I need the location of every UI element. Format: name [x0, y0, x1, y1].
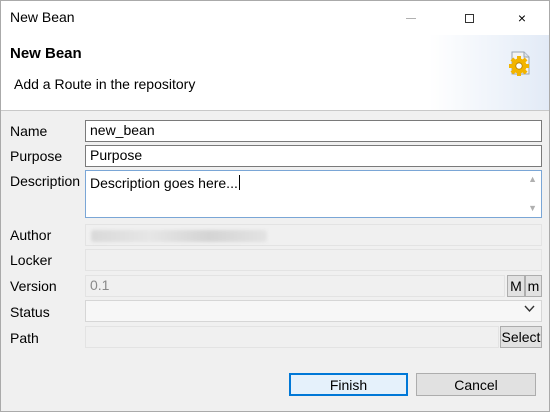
title-bar[interactable]: New Bean ×: [1, 1, 549, 35]
author-redacted: [91, 230, 267, 242]
scroll-down-icon[interactable]: ▼: [528, 203, 537, 213]
minor-version-button[interactable]: m: [525, 275, 542, 297]
status-label: Status: [10, 304, 50, 320]
close-icon: ×: [517, 10, 527, 26]
purpose-value: Purpose: [90, 147, 143, 163]
maximize-icon: [464, 13, 474, 23]
status-select[interactable]: [85, 300, 542, 322]
version-value: 0.1: [90, 277, 110, 293]
scroll-up-icon[interactable]: ▲: [528, 174, 537, 184]
author-label: Author: [10, 227, 52, 243]
header-banner: New Bean Add a Route in the repository: [1, 35, 549, 111]
description-textarea[interactable]: Description goes here... ▲ ▼: [85, 170, 542, 218]
minimize-icon: [406, 17, 416, 19]
finish-button[interactable]: Finish: [289, 373, 408, 396]
banner-title: New Bean: [10, 45, 82, 62]
name-label: Name: [10, 123, 48, 139]
major-version-button[interactable]: M: [507, 275, 525, 297]
locker-label: Locker: [10, 252, 53, 268]
maximize-button[interactable]: [446, 1, 492, 35]
name-field[interactable]: new_bean: [85, 120, 542, 142]
banner-subtitle: Add a Route in the repository: [14, 76, 196, 92]
path-label: Path: [10, 330, 39, 346]
description-label: Description: [10, 173, 81, 189]
name-value: new_bean: [90, 122, 155, 138]
locker-field: [85, 249, 542, 271]
bean-gear-icon: [509, 51, 530, 76]
text-caret: [238, 175, 240, 190]
version-label: Version: [10, 278, 57, 294]
version-field: 0.1: [85, 275, 505, 297]
path-select-button[interactable]: Select: [500, 326, 542, 348]
minimize-button[interactable]: [388, 1, 434, 35]
new-bean-dialog: New Bean × New Bean Add a Route in the r…: [0, 0, 550, 412]
purpose-field[interactable]: Purpose: [85, 145, 542, 167]
path-field: [85, 326, 499, 348]
description-value: Description goes here...: [90, 175, 238, 191]
purpose-label: Purpose: [10, 148, 63, 164]
close-button[interactable]: ×: [499, 1, 545, 35]
cancel-button[interactable]: Cancel: [416, 373, 536, 396]
chevron-down-icon: [524, 304, 535, 316]
window-title: New Bean: [10, 9, 75, 25]
